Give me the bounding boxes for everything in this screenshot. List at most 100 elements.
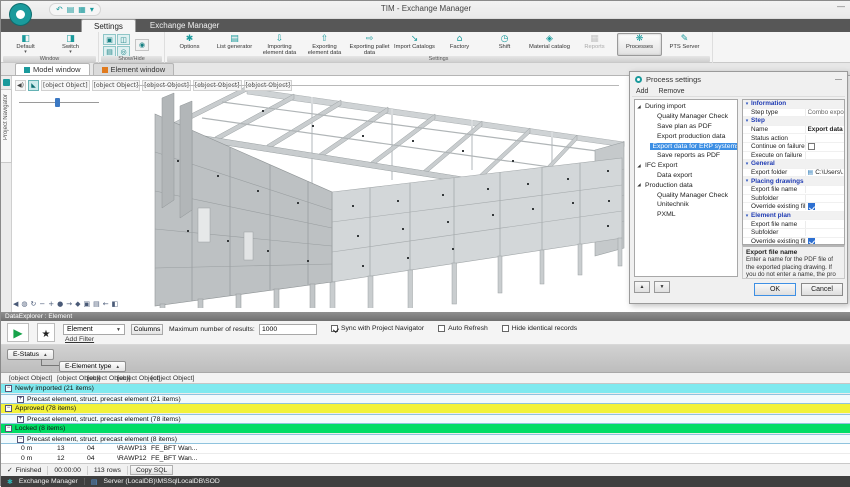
ribbon-button[interactable]: ⌂ Factory [437,33,482,56]
document-tab[interactable]: Model window [15,63,90,75]
speaker-icon[interactable]: ◀) [15,80,26,91]
column-header[interactable]: [object Object] [151,375,194,382]
ribbon-button[interactable]: ✎ PTS Server [662,33,707,56]
property-row[interactable]: ▾ Subfolder ▤ [743,229,844,238]
property-row[interactable]: ▾ General ▤ [743,160,844,169]
cancel-button[interactable]: Cancel [801,283,843,296]
tree-item[interactable]: ◢ Save plan as PDF [635,122,737,132]
property-row[interactable]: ▾ Name ▤ Export data for [743,126,844,135]
table-row[interactable]: − Newly imported (21 items) [1,384,850,394]
tree-item[interactable]: ◢ Production data [635,180,737,190]
row-expander-icon[interactable]: + [17,396,24,403]
row-expander-icon[interactable]: + [17,416,24,423]
tree-item[interactable]: ◢ Unitechnik [635,200,737,210]
table-row[interactable]: − Precast element, struct. precast eleme… [1,434,850,444]
menu-add[interactable]: Add [636,88,648,95]
table-row[interactable]: 0 m 13 04 \RAWP13 FE_BFT Wan... [1,444,850,454]
tree-item[interactable]: ◢ IFC Export [635,161,737,171]
checkbox-icon[interactable] [331,325,338,332]
property-row[interactable]: ▾ Element plan ▤ [743,212,844,221]
tree-item[interactable]: ◢ Quality Manager Check [635,190,737,200]
back-icon[interactable]: ◀ [13,300,18,309]
pan-icon[interactable]: → [66,300,72,309]
ribbon-button[interactable]: ✱ Options [167,33,212,56]
tree-item[interactable]: ◢ Save reports as PDF [635,151,737,161]
zoom-icon[interactable]: ◍ [21,300,27,309]
model-3d-view[interactable] [12,80,628,308]
measure-icon[interactable]: ◆ [75,300,80,309]
add-filter-link[interactable]: Add Filter [65,336,94,343]
property-row[interactable]: ▾ Subfolder ▤ [743,195,844,204]
property-checkbox[interactable] [808,238,815,245]
property-row[interactable]: ▾ Status action ▤ [743,134,844,143]
slider-handle[interactable] [55,98,60,107]
zoom-in-icon[interactable]: + [48,300,54,309]
tree-item[interactable]: ◢ Data export [635,171,737,181]
center-view-icon[interactable]: ● [57,300,63,309]
ribbon-tab[interactable]: Exchange Manager [138,19,231,32]
toolbar-checkbox[interactable]: Hide identical records [502,325,577,332]
favorites-button[interactable]: ★ [37,323,55,342]
ribbon-button[interactable]: ⇨ Exporting pallet data [347,33,392,56]
tree-item[interactable]: ◢ During import [635,102,737,112]
dialog-minimize-button[interactable]: — [835,76,842,83]
property-row[interactable]: ▾ Override existing files ▤ [743,238,844,246]
move-down-button[interactable]: ▼ [654,281,670,293]
property-row[interactable]: ▾ Override existing files ▤ [743,203,844,212]
toolbar-checkbox[interactable]: Sync with Project Navigator [331,325,424,332]
previous-view-icon[interactable]: ← [103,300,109,309]
checkbox-icon[interactable] [438,325,445,332]
rotate-icon[interactable]: ↻ [31,300,37,309]
row-expander-icon[interactable]: − [5,405,12,412]
copy-sql-button[interactable]: Copy SQL [130,465,173,475]
project-navigator-tab[interactable]: Project Navigator [1,89,12,163]
checkbox-icon[interactable] [502,325,509,332]
property-row[interactable]: ▾ Export file name ▤ [743,186,844,195]
ribbon-button[interactable]: ◷ Shift [482,33,527,56]
animation-slider[interactable] [19,98,99,107]
property-checkbox[interactable] [808,203,815,210]
move-up-button[interactable]: ▲ [634,281,650,293]
entity-select[interactable]: Element ▼ [63,324,125,335]
columns-button[interactable]: Columns [131,324,163,335]
ribbon-button[interactable]: ▦ Reports [572,33,617,56]
property-row[interactable]: ▾ Step type ▤ Combo export [743,109,844,118]
property-row[interactable]: ▾ Continue on failure ▤ [743,143,844,152]
ribbon-button[interactable]: ▤ List generator [212,33,257,56]
column-header[interactable]: [object Object] [9,375,52,382]
dialog-title-bar[interactable]: Process settings — [630,72,847,86]
zoom-out-icon[interactable]: − [39,300,45,309]
ok-button[interactable]: OK [754,283,796,296]
property-row[interactable]: ▾ Placing drawings ▤ [743,177,844,186]
ribbon-button[interactable]: ↘ Import Catalogs [392,33,437,56]
toolbar-checkbox[interactable]: Auto Refresh [438,325,488,332]
ribbon-tab[interactable]: Settings [81,19,136,32]
ribbon-button[interactable]: ⇧ Exporting element data [302,33,347,56]
document-tab[interactable]: Element window [93,63,175,75]
menu-remove[interactable]: Remove [658,88,684,95]
default-window-button[interactable]: ◧ Default ▾ [3,33,48,56]
property-row[interactable]: ▾ Step ▤ [743,117,844,126]
ribbon-button[interactable]: ⇩ Importing element data [257,33,302,56]
app-logo-icon[interactable] [10,4,31,25]
view-cube-icon[interactable]: ▣ [84,300,91,309]
row-expander-icon[interactable]: − [5,385,12,392]
property-row[interactable]: ▾ Export folder ▤ C:\Users\... [743,169,844,178]
property-row[interactable]: ▾ Execute on failure ▤ [743,152,844,161]
ribbon-button[interactable]: ◈ Material catalog [527,33,572,56]
property-checkbox[interactable] [808,143,815,150]
minimize-button[interactable]: — [837,2,845,11]
property-row[interactable]: ▾ Export file name ▤ [743,220,844,229]
tree-item[interactable]: ◢ Quality Manager Check [635,112,737,122]
table-row[interactable]: + Precast element, struct. precast eleme… [1,394,850,404]
max-results-input[interactable] [259,324,317,335]
tree-item[interactable]: ◢ Export data for ERP systems [635,141,737,151]
tree-expander-icon[interactable]: ◢ [635,182,643,188]
run-query-button[interactable]: ▶ [7,323,29,342]
fit-view-icon[interactable]: ◣ [28,80,39,91]
tree-item[interactable]: ◢ Export production data [635,131,737,141]
row-expander-icon[interactable]: − [17,436,24,443]
playback-button[interactable]: [object Object] [41,80,90,91]
property-row[interactable]: ▾ Information ▤ [743,100,844,109]
tree-expander-icon[interactable]: ◢ [635,104,643,110]
